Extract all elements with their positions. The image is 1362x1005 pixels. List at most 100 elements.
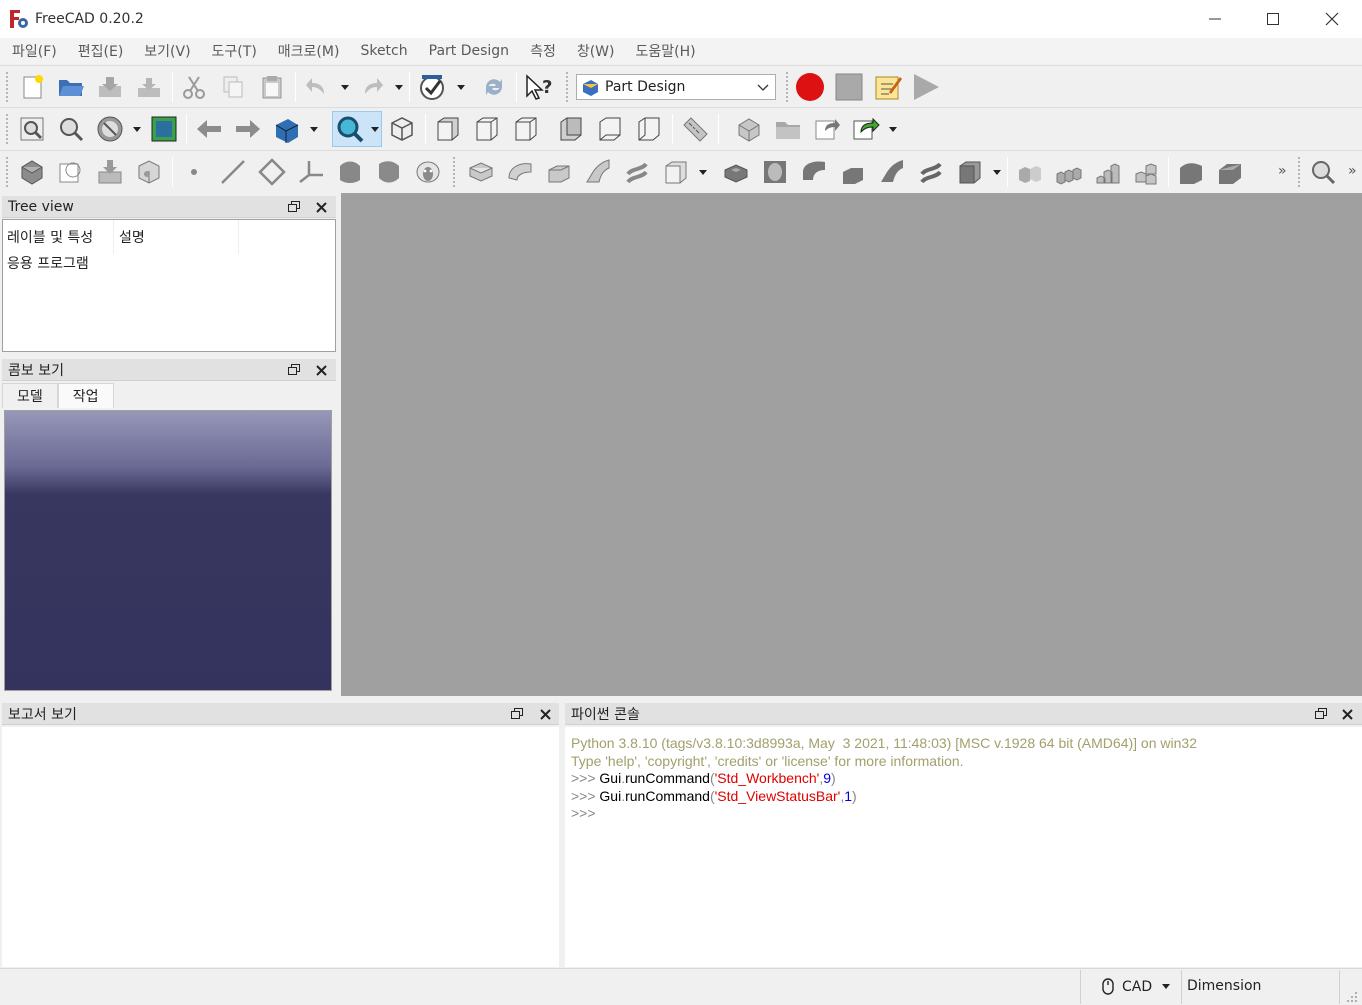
revolution-button[interactable]: [504, 156, 536, 188]
primitive-dropdown-icon[interactable]: [699, 170, 707, 175]
tree-item-application[interactable]: 응용 프로그램: [7, 253, 89, 273]
toolbar-grip[interactable]: [6, 72, 11, 102]
linear-pattern-button[interactable]: [1053, 156, 1085, 188]
macro-stop-button[interactable]: [833, 71, 865, 103]
pad-button[interactable]: [465, 156, 497, 188]
menu-help[interactable]: 도움말(H): [627, 41, 703, 61]
undo-button[interactable]: [301, 71, 333, 103]
check-dropdown-icon[interactable]: [457, 85, 465, 90]
paste-button[interactable]: [256, 71, 288, 103]
datum-point-button[interactable]: [178, 156, 210, 188]
view-rear-button[interactable]: [555, 113, 587, 145]
save-button[interactable]: [94, 71, 126, 103]
subshape-binder-button[interactable]: [334, 156, 366, 188]
report-view-float-button[interactable]: [509, 706, 525, 722]
python-console[interactable]: Python 3.8.10 (tags/v3.8.10:3d8993a, May…: [565, 727, 1362, 967]
mirrored-button[interactable]: [1014, 156, 1046, 188]
forward-button[interactable]: [232, 113, 264, 145]
console-prompt[interactable]: >>>: [571, 805, 1356, 823]
draw-style-dropdown-icon[interactable]: [133, 127, 141, 132]
inspect-button[interactable]: [1307, 156, 1339, 188]
subtractive-loft-button[interactable]: [837, 156, 869, 188]
view-bottom-button[interactable]: [594, 113, 626, 145]
menu-file[interactable]: 파일(F): [4, 41, 65, 61]
menu-measure[interactable]: 측정: [522, 41, 564, 61]
menu-macro[interactable]: 매크로(M): [270, 41, 348, 61]
shape-binder-button[interactable]: [133, 156, 165, 188]
menu-tools[interactable]: 도구(T): [204, 41, 265, 61]
hole-button[interactable]: [759, 156, 791, 188]
cut-button[interactable]: [178, 71, 210, 103]
subtractive-helix-button[interactable]: [915, 156, 947, 188]
report-view[interactable]: [2, 727, 559, 967]
mdi-area[interactable]: [341, 193, 1362, 696]
tree-view-float-button[interactable]: [286, 199, 302, 215]
std-views-button[interactable]: [271, 113, 303, 145]
create-body-button[interactable]: [16, 156, 48, 188]
python-console-close-button[interactable]: [1339, 706, 1355, 722]
std-views-dropdown-icon[interactable]: [310, 127, 318, 132]
back-button[interactable]: [193, 113, 225, 145]
link-actions-button[interactable]: [850, 113, 882, 145]
redo-button[interactable]: [356, 71, 388, 103]
view-right-button[interactable]: [510, 113, 542, 145]
menu-sketch[interactable]: Sketch: [352, 43, 415, 59]
subtractive-primitive-button[interactable]: [954, 156, 986, 188]
create-group-button[interactable]: [772, 113, 804, 145]
fillet-button[interactable]: [1175, 156, 1207, 188]
tree-view[interactable]: 레이블 및 특성 설명 응용 프로그램: [2, 219, 336, 352]
tree-column-label[interactable]: 레이블 및 특성: [7, 227, 93, 247]
open-button[interactable]: [55, 71, 87, 103]
create-part-button[interactable]: [733, 113, 765, 145]
view-front-button[interactable]: [432, 113, 464, 145]
combo-view-float-button[interactable]: [286, 362, 302, 378]
tab-task[interactable]: 작업: [57, 383, 114, 408]
additive-pipe-button[interactable]: [582, 156, 614, 188]
pocket-button[interactable]: [720, 156, 752, 188]
chamfer-button[interactable]: [1214, 156, 1246, 188]
menu-part-design[interactable]: Part Design: [421, 43, 517, 59]
link-actions-dropdown-icon[interactable]: [889, 127, 897, 132]
view-top-button[interactable]: [471, 113, 503, 145]
subtractive-dropdown-icon[interactable]: [993, 170, 1001, 175]
toolbar-overflow-chevron-icon[interactable]: »: [1278, 163, 1287, 179]
macro-edit-button[interactable]: [872, 71, 904, 103]
recompute-button[interactable]: [478, 71, 510, 103]
tree-column-description[interactable]: 설명: [119, 227, 145, 247]
validate-sketch-button[interactable]: [94, 156, 126, 188]
additive-loft-button[interactable]: [543, 156, 575, 188]
view-isometric-button[interactable]: [386, 113, 418, 145]
macro-record-button[interactable]: [794, 71, 826, 103]
close-button[interactable]: [1303, 0, 1361, 38]
clone-sheep-button[interactable]: [412, 156, 444, 188]
whats-this-button[interactable]: ?: [523, 71, 555, 103]
menu-window[interactable]: 창(W): [569, 41, 623, 61]
zoom-dropdown-icon[interactable]: [371, 127, 379, 132]
workbench-selector[interactable]: Part Design: [576, 74, 776, 100]
save-as-button[interactable]: [133, 71, 165, 103]
tree-view-close-button[interactable]: [313, 199, 329, 215]
copy-button[interactable]: [217, 71, 249, 103]
polar-pattern-button[interactable]: [1092, 156, 1124, 188]
menu-edit[interactable]: 편집(E): [70, 41, 132, 61]
create-sketch-button[interactable]: [55, 156, 87, 188]
view-left-button[interactable]: [633, 113, 665, 145]
additive-primitive-button[interactable]: [660, 156, 692, 188]
navigation-style-button[interactable]: CAD: [1102, 978, 1171, 995]
macro-run-button[interactable]: [910, 71, 942, 103]
resize-grip-icon[interactable]: [1346, 991, 1358, 1003]
datum-plane-button[interactable]: [256, 156, 288, 188]
measure-distance-button[interactable]: [679, 113, 711, 145]
new-document-button[interactable]: [16, 71, 48, 103]
units-label[interactable]: Dimension: [1187, 978, 1261, 994]
clone-button[interactable]: [373, 156, 405, 188]
create-link-button[interactable]: [811, 113, 843, 145]
menu-view[interactable]: 보기(V): [136, 41, 198, 61]
toolbar-overflow-chevron-icon-2[interactable]: »: [1348, 163, 1357, 179]
tab-model[interactable]: 모델: [2, 383, 58, 408]
undo-dropdown-icon[interactable]: [341, 85, 349, 90]
subtractive-pipe-button[interactable]: [876, 156, 908, 188]
additive-helix-button[interactable]: [621, 156, 653, 188]
fit-all-button[interactable]: [16, 113, 48, 145]
task-panel-area[interactable]: [4, 410, 332, 691]
